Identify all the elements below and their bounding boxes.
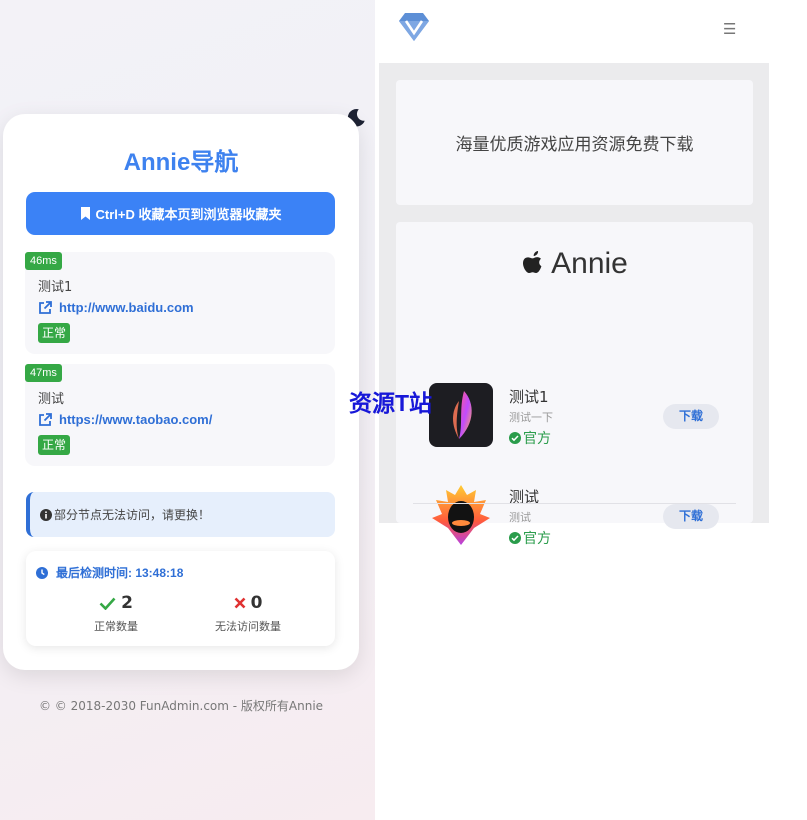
app-icon [429,383,493,447]
check-icon [99,597,116,610]
node-name: 测试1 [38,280,73,295]
download-button[interactable]: 下载 [663,404,719,429]
node-card: 47ms 测试 https://www.taobao.com/ 正常 [25,364,335,466]
warning-alert: 部分节点无法访问，请更换！ [26,492,335,537]
external-link-icon [39,300,52,314]
header: ☰ [378,0,770,63]
diamond-logo-icon[interactable] [398,12,430,42]
stat-ok: 2 正常数量 [46,593,186,634]
last-check-text: 最后检测时间: 13:48:18 [56,566,184,580]
app-icon [429,483,493,547]
last-check: 最后检测时间: 13:48:18 [36,564,183,581]
ok-count: 2 [121,593,133,613]
clock-icon [36,566,48,579]
cross-icon [234,597,245,609]
stats-card: 最后检测时间: 13:48:18 2 正常数量 0 无法访问数量 [26,551,335,646]
node-link[interactable]: https://www.taobao.com/ [38,412,212,427]
page-title: Annie导航 [123,149,239,176]
external-link-icon [39,412,52,426]
latency-badge: 47ms [25,364,62,382]
status-badge: 正常 [38,323,71,343]
bookmark-icon [80,207,90,220]
app-list-panel: Annie 测试1 测试一下 官方 下载 测试 测试 官方 下载 [396,222,753,547]
app-store-preview: ☰ 海量优质游戏应用资源免费下载 Annie 测试1 测试一下 官方 下载 测试… [378,0,770,547]
watermark-text: 资源T站 [349,390,433,416]
official-badge: 官方 [509,428,551,448]
nav-preview-panel: Annie导航 Ctrl+D 收藏本页到浏览器收藏夹 46ms 测试1 http… [0,0,375,820]
node-name: 测试 [38,392,65,407]
bookmark-button[interactable]: Ctrl+D 收藏本页到浏览器收藏夹 [26,192,335,235]
status-badge: 正常 [38,435,71,455]
brand: Annie [396,247,753,281]
content-area: 海量优质游戏应用资源免费下载 Annie 测试1 测试一下 官方 下载 测试 测… [379,63,769,547]
official-badge: 官方 [509,528,551,548]
stat-fail: 0 无法访问数量 [178,593,318,634]
ok-label: 正常数量 [94,620,138,633]
app-name: 测试1 [509,388,549,406]
banner: 海量优质游戏应用资源免费下载 [396,80,753,205]
banner-text: 海量优质游戏应用资源免费下载 [455,135,694,155]
app-desc: 测试 [509,511,531,524]
node-url: https://www.taobao.com/ [59,412,213,427]
bookmark-label: Ctrl+D 收藏本页到浏览器收藏夹 [95,207,282,222]
check-circle-icon [509,532,521,544]
node-url: http://www.baidu.com [59,300,194,315]
alert-text: 部分节点无法访问，请更换！ [54,508,211,522]
app-item: 测试 测试 官方 下载 [396,483,753,553]
fail-label: 无法访问数量 [215,620,281,633]
apple-icon [523,251,542,273]
node-link[interactable]: http://www.baidu.com [38,300,194,315]
app-desc: 测试一下 [509,411,553,424]
app-item: 测试1 测试一下 官方 下载 [396,383,753,453]
node-card: 46ms 测试1 http://www.baidu.com 正常 [25,252,335,354]
check-circle-icon [509,432,521,444]
official-label: 官方 [523,531,551,547]
fail-count: 0 [250,593,263,613]
brand-name: Annie [551,247,628,280]
info-icon [40,508,52,521]
official-label: 官方 [523,431,551,447]
menu-icon[interactable]: ☰ [723,20,736,38]
download-button[interactable]: 下载 [663,504,719,529]
footer-copyright: © © 2018-2030 FunAdmin.com - 版权所有Annie [38,699,324,713]
list-divider [413,503,736,504]
latency-badge: 46ms [25,252,62,270]
